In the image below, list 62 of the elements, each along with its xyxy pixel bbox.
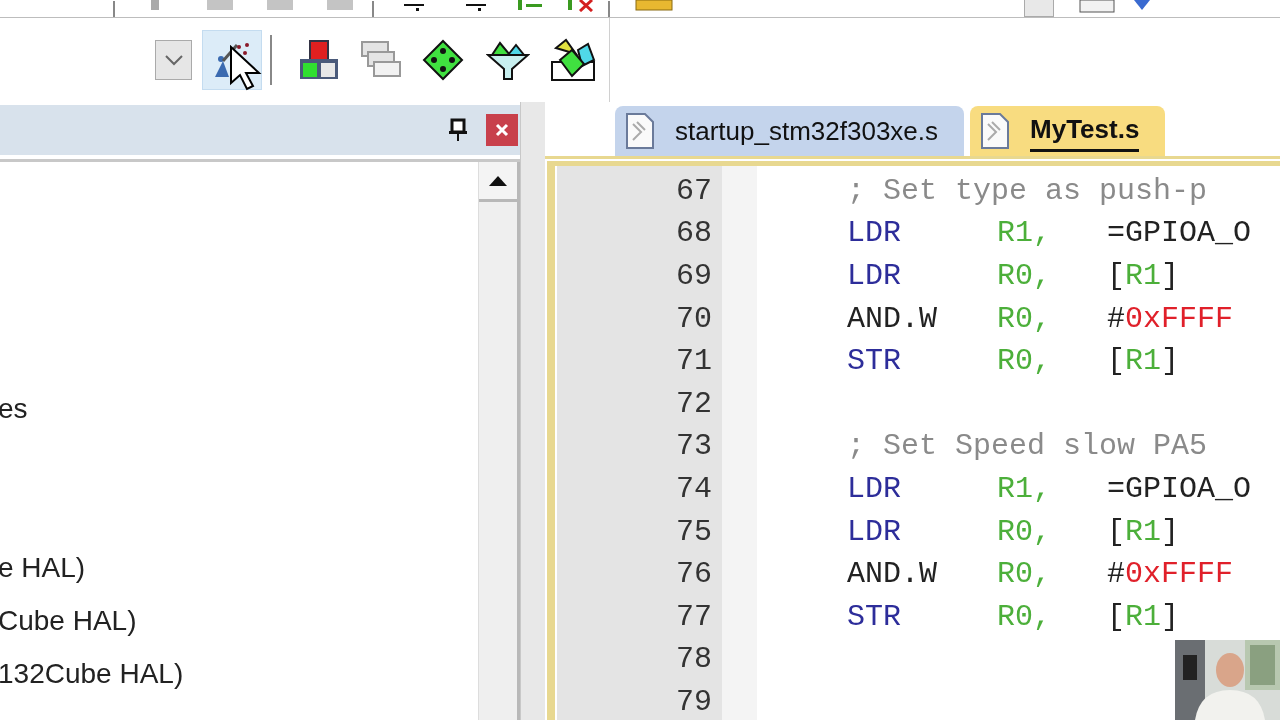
funnel-icon[interactable] <box>486 39 530 81</box>
code-comment: ; Set Speed slow PA5 <box>847 428 1208 466</box>
line-number: 78 <box>676 641 712 679</box>
line-number: 69 <box>676 258 712 295</box>
code-comment: ; Set type as push-p <box>847 172 1208 210</box>
blocks-icon[interactable] <box>298 39 340 81</box>
folder-icon[interactable] <box>634 0 674 12</box>
code-mnemonic: STR <box>847 343 902 381</box>
windows-icon[interactable] <box>360 40 402 80</box>
code-operand: [R1] <box>1107 343 1180 381</box>
code-mnemonic: LDR <box>847 258 902 295</box>
code-register: R0, <box>997 513 1052 551</box>
line-number: 67 <box>676 172 712 210</box>
code-register: R0, <box>997 258 1052 295</box>
code-mnemonic: LDR <box>847 215 902 253</box>
code-mnemonic: AND.W <box>847 556 938 594</box>
code-register: R1, <box>997 470 1052 508</box>
line-number: 73 <box>676 428 712 466</box>
code-operand: [R1] <box>1107 598 1180 636</box>
line-number: 77 <box>676 598 712 636</box>
code-mnemonic: LDR <box>847 470 902 508</box>
code-operand: =GPIOA_O <box>1107 470 1252 508</box>
line-number: 75 <box>676 513 712 551</box>
code-register: R1, <box>997 215 1052 253</box>
line-number: 76 <box>676 556 712 594</box>
code-register: R0, <box>997 300 1052 338</box>
tree-item[interactable]: es <box>0 393 28 424</box>
code-register: R0, <box>997 598 1052 636</box>
code-mnemonic: LDR <box>847 513 902 551</box>
scroll-up-button[interactable] <box>479 162 517 202</box>
line-number: 68 <box>676 215 712 253</box>
line-number: 74 <box>676 470 712 508</box>
tree-item[interactable]: Cube HAL) <box>0 605 137 636</box>
up-arrow-icon <box>489 175 507 186</box>
file-tab[interactable]: startup_stm32f303xe.s <box>615 106 965 156</box>
file-icon <box>625 112 655 150</box>
stack-icon[interactable] <box>550 38 596 82</box>
close-button[interactable] <box>486 114 518 146</box>
pin-icon[interactable] <box>448 118 468 142</box>
chevron-down-icon <box>163 54 184 66</box>
code-mnemonic: AND.W <box>847 300 938 338</box>
line-number: 70 <box>676 300 712 338</box>
tree-item[interactable]: 132Cube HAL) <box>0 658 184 689</box>
code-operand: [R1] <box>1107 258 1180 295</box>
line-number: 72 <box>676 385 712 423</box>
cursor-icon <box>229 45 263 91</box>
line-number: 79 <box>676 683 712 720</box>
wizard-button[interactable] <box>202 30 262 90</box>
code-operand: [R1] <box>1107 513 1180 551</box>
code-operand: #0xFFFF <box>1107 556 1234 594</box>
file-tab[interactable]: MyTest.s <box>970 106 1166 156</box>
file-icon <box>980 112 1011 150</box>
code-register: R0, <box>997 556 1052 594</box>
code-operand: #0xFFFF <box>1107 300 1234 338</box>
tree-item[interactable]: e HAL) <box>0 552 86 583</box>
close-icon <box>495 123 509 137</box>
code-operand: =GPIOA_O <box>1107 215 1252 253</box>
dropdown-button[interactable] <box>155 40 192 80</box>
scrollbar[interactable] <box>478 162 520 720</box>
line-number: 71 <box>676 343 712 381</box>
code-mnemonic: STR <box>847 598 902 636</box>
code-register: R0, <box>997 343 1052 381</box>
